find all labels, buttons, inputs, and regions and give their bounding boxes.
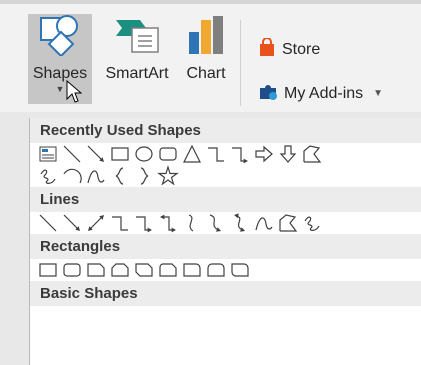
right-brace-icon[interactable]	[133, 165, 155, 187]
round-single-corner-rectangle-icon[interactable]	[181, 259, 203, 281]
arc-icon[interactable]	[61, 165, 83, 187]
rectangles-row	[30, 259, 421, 281]
down-arrow-icon[interactable]	[277, 143, 299, 165]
elbow-arrow-connector-icon[interactable]	[133, 212, 155, 234]
curve-icon[interactable]	[253, 212, 275, 234]
line-icon[interactable]	[37, 212, 59, 234]
addins-dropdown-icon[interactable]: ▼	[373, 88, 383, 99]
lines-row	[30, 212, 421, 234]
curved-arrow-connector-icon[interactable]	[205, 212, 227, 234]
shapes-gallery: Recently Used Shapes Lines Rectangles Ba…	[29, 118, 421, 365]
my-addins-button[interactable]: My Add-ins ▼	[258, 82, 383, 105]
basic-shapes-header: Basic Shapes	[30, 281, 421, 306]
star-icon[interactable]	[157, 165, 179, 187]
snip-round-rectangle-icon[interactable]	[157, 259, 179, 281]
elbow-double-arrow-connector-icon[interactable]	[157, 212, 179, 234]
elbow-arrow-connector-icon[interactable]	[229, 143, 251, 165]
elbow-connector-icon[interactable]	[205, 143, 227, 165]
rounded-rectangle-icon[interactable]	[157, 143, 179, 165]
smartart-label: SmartArt	[105, 65, 169, 82]
addins-label: My Add-ins	[284, 84, 364, 102]
freeform-icon[interactable]	[301, 143, 323, 165]
curved-connector-icon[interactable]	[181, 212, 203, 234]
text-box-icon[interactable]	[37, 143, 59, 165]
dropdown-arrow-icon: ▼	[55, 84, 65, 94]
arrow-line-icon[interactable]	[85, 143, 107, 165]
store-button[interactable]: Store	[258, 37, 321, 61]
chart-label: Chart	[186, 65, 226, 82]
ribbon-separator	[240, 20, 241, 106]
left-brace-icon[interactable]	[109, 165, 131, 187]
rectangle-icon[interactable]	[37, 259, 59, 281]
shapes-icon	[37, 14, 83, 61]
round-diagonal-rectangle-icon[interactable]	[229, 259, 251, 281]
chart-icon	[183, 14, 229, 61]
smartart-button[interactable]: SmartArt	[96, 14, 178, 104]
insert-ribbon: Shapes ▼ SmartArt Chart Store My Add-ins…	[0, 0, 421, 112]
oval-icon[interactable]	[133, 143, 155, 165]
curved-double-arrow-connector-icon[interactable]	[229, 212, 251, 234]
snip-same-side-rectangle-icon[interactable]	[109, 259, 131, 281]
smartart-icon	[114, 14, 160, 61]
lines-header: Lines	[30, 187, 421, 212]
recent-shapes-header: Recently Used Shapes	[30, 118, 421, 143]
double-arrow-line-icon[interactable]	[85, 212, 107, 234]
recent-shapes-row	[30, 143, 421, 165]
round-same-side-rectangle-icon[interactable]	[205, 259, 227, 281]
triangle-icon[interactable]	[181, 143, 203, 165]
chart-button[interactable]: Chart	[180, 14, 232, 104]
rectangle-icon[interactable]	[109, 143, 131, 165]
elbow-connector-icon[interactable]	[109, 212, 131, 234]
snip-diagonal-rectangle-icon[interactable]	[133, 259, 155, 281]
scribble-icon[interactable]	[37, 165, 59, 187]
store-bag-icon	[258, 37, 276, 61]
rectangles-header: Rectangles	[30, 234, 421, 259]
rounded-rectangle-icon[interactable]	[61, 259, 83, 281]
snip-single-corner-rectangle-icon[interactable]	[85, 259, 107, 281]
shapes-button[interactable]: Shapes ▼	[28, 14, 92, 104]
line-icon[interactable]	[61, 143, 83, 165]
mouse-cursor-icon	[66, 79, 83, 109]
arrow-line-icon[interactable]	[61, 212, 83, 234]
recent-shapes-row	[30, 165, 421, 187]
right-arrow-icon[interactable]	[253, 143, 275, 165]
store-label: Store	[282, 40, 321, 58]
curve-icon[interactable]	[85, 165, 107, 187]
scribble-icon[interactable]	[301, 212, 323, 234]
freeform-icon[interactable]	[277, 212, 299, 234]
addins-puzzle-icon	[258, 82, 278, 105]
